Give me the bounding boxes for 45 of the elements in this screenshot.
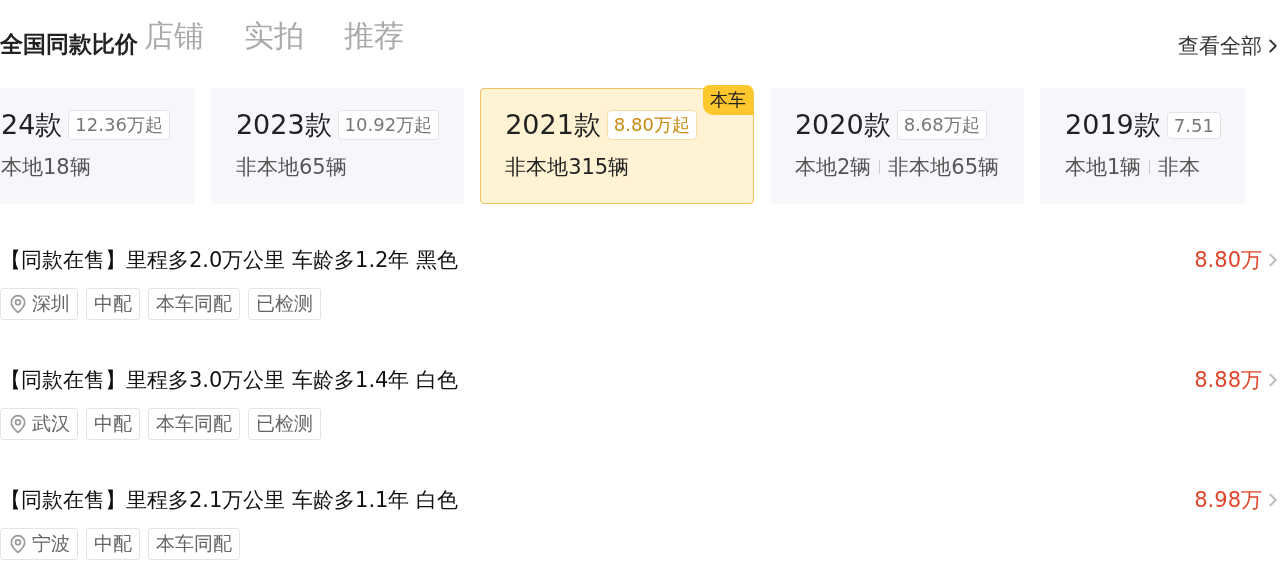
feature-tag: 中配 [86, 288, 140, 320]
model-year-card[interactable]: 本车 2021款 8.80万起 非本地315辆 [480, 88, 754, 204]
model-year: 2023款 [235, 108, 332, 142]
city-tag: 武汉 [0, 408, 78, 440]
city-tag: 深圳 [0, 288, 78, 320]
listing-price: 8.98万 [1194, 487, 1262, 514]
current-car-badge: 本车 [702, 85, 753, 115]
model-year: 24款 [1, 108, 63, 142]
price-tag: 10.92万起 [337, 110, 440, 140]
listing-count: 本地18辆 [1, 154, 91, 181]
model-year-card[interactable]: 2020款 8.68万起 本地2辆 非本地65辆 [769, 88, 1025, 204]
listing-count: 非本地315辆 [505, 154, 630, 181]
view-all-link[interactable]: 查看全部 [1178, 32, 1284, 60]
listing-count: 本地2辆 [794, 154, 872, 181]
feature-tag: 已检测 [248, 408, 321, 440]
price-tag: 7.51 [1166, 111, 1221, 139]
feature-tag: 本车同配 [148, 528, 240, 560]
city-tag: 宁波 [0, 528, 78, 560]
model-year: 2021款 [505, 108, 601, 142]
listing-title[interactable]: 【同款在售】里程多3.0万公里 车龄多1.4年 白色 [0, 366, 459, 394]
feature-tag: 已检测 [248, 288, 321, 320]
listing-count: 本地1辆 [1065, 154, 1142, 181]
listing-title[interactable]: 【同款在售】里程多2.1万公里 车龄多1.1年 白色 [0, 486, 459, 514]
model-year-card[interactable]: 24款 12.36万起 本地18辆 [0, 88, 195, 204]
price-tag: 8.68万起 [896, 110, 987, 140]
price-tag: 8.80万起 [606, 110, 697, 140]
feature-tag: 中配 [86, 408, 140, 440]
listing-count: 非本地65辆 [888, 154, 1000, 181]
price-tag: 12.36万起 [68, 110, 170, 140]
listing-count: 非本地65辆 [235, 154, 347, 181]
model-year-card[interactable]: 2023款 10.92万起 非本地65辆 [210, 88, 465, 204]
listing-title[interactable]: 【同款在售】里程多2.0万公里 车龄多1.2年 黑色 [0, 246, 459, 274]
section-title: 全国同款比价 [0, 30, 138, 59]
location-pin-icon [8, 294, 28, 314]
listing-price: 8.80万 [1194, 247, 1262, 274]
model-year: 2019款 [1065, 108, 1161, 142]
model-year: 2020款 [794, 108, 891, 142]
location-pin-icon [8, 534, 28, 554]
model-year-card[interactable]: 2019款 7.51 本地1辆 非本 [1040, 88, 1246, 204]
listing-count: 非本 [1158, 154, 1201, 181]
feature-tag: 本车同配 [148, 408, 240, 440]
feature-tag: 本车同配 [148, 288, 240, 320]
listing-price: 8.88万 [1194, 367, 1262, 394]
location-pin-icon [8, 414, 28, 434]
feature-tag: 中配 [86, 528, 140, 560]
